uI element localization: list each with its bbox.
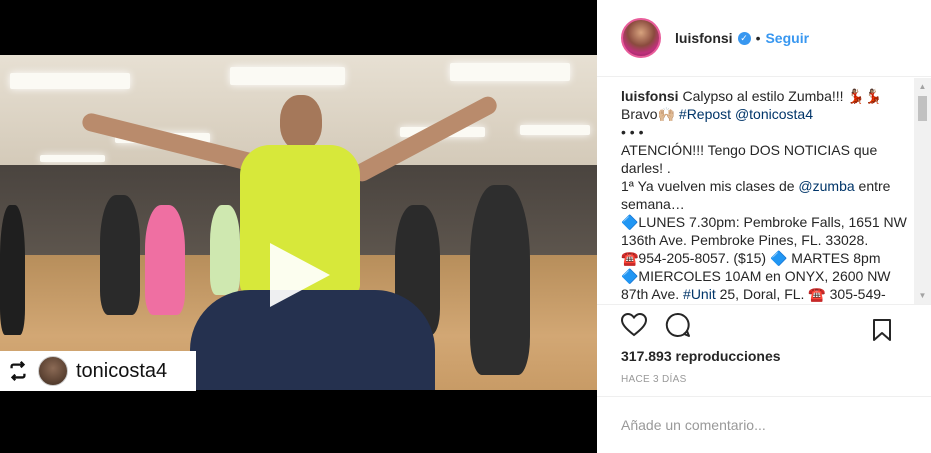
follow-button[interactable]: Seguir <box>765 30 809 46</box>
hashtag-repost[interactable]: #Repost <box>679 106 731 122</box>
caption-author[interactable]: luisfonsi <box>621 88 679 104</box>
mention-zumba[interactable]: @zumba <box>798 178 854 194</box>
verified-badge-icon: ✓ <box>737 31 751 45</box>
instructor-head <box>280 95 322 150</box>
views-number: 317.893 <box>621 348 672 364</box>
action-bar <box>597 304 931 344</box>
caption-classes: 1ª Ya vuelven mis clases de <box>621 178 795 194</box>
caption-schedule-suffix: 25, Doral, FL. ☎️ 305-549- <box>719 286 886 302</box>
caption-line1: Calypso al estilo Zumba!!! 💃🏽💃🏽 <box>682 88 883 104</box>
media-area: tonicosta4 <box>0 0 597 453</box>
mention-tonicosta4[interactable]: @tonicosta4 <box>735 106 813 122</box>
caption: luisfonsi Calypso al estilo Zumba!!! 💃🏽💃… <box>621 87 907 304</box>
comment-icon[interactable] <box>663 310 693 340</box>
comment-input[interactable] <box>621 417 891 433</box>
repost-icon <box>6 359 30 383</box>
bookmark-icon[interactable] <box>867 315 897 345</box>
scroll-up-arrow-icon[interactable]: ▲ <box>914 78 931 95</box>
caption-scrollbar[interactable]: ▲ ▼ <box>914 78 931 304</box>
comment-box <box>597 396 931 453</box>
hashtag-unit[interactable]: #Unit <box>683 286 716 302</box>
post-panel: luisfonsi ✓ • Seguir luisfonsi Calypso a… <box>597 0 931 453</box>
caption-bravo: Bravo🙌🏼 <box>621 106 676 122</box>
heart-icon[interactable] <box>619 310 649 340</box>
scroll-down-arrow-icon[interactable]: ▼ <box>914 287 931 304</box>
avatar[interactable] <box>621 18 661 58</box>
repost-avatar <box>38 356 68 386</box>
views-label: reproducciones <box>675 348 781 364</box>
caption-attention: ATENCIÓN!!! Tengo DOS NOTICIAS que darle… <box>621 142 878 176</box>
post-timestamp[interactable]: HACE 3 DÍAS <box>621 374 687 385</box>
views-count[interactable]: 317.893 reproducciones <box>621 348 781 364</box>
post-username[interactable]: luisfonsi <box>675 30 733 46</box>
video-player[interactable] <box>0 55 597 390</box>
scroll-thumb[interactable] <box>918 96 927 121</box>
header-separator: • <box>755 30 761 46</box>
caption-dots: • • • <box>621 124 644 140</box>
repost-tag[interactable]: tonicosta4 <box>0 351 196 391</box>
post-header: luisfonsi ✓ • Seguir <box>597 0 931 77</box>
repost-username: tonicosta4 <box>76 359 168 382</box>
play-icon[interactable] <box>270 243 330 307</box>
